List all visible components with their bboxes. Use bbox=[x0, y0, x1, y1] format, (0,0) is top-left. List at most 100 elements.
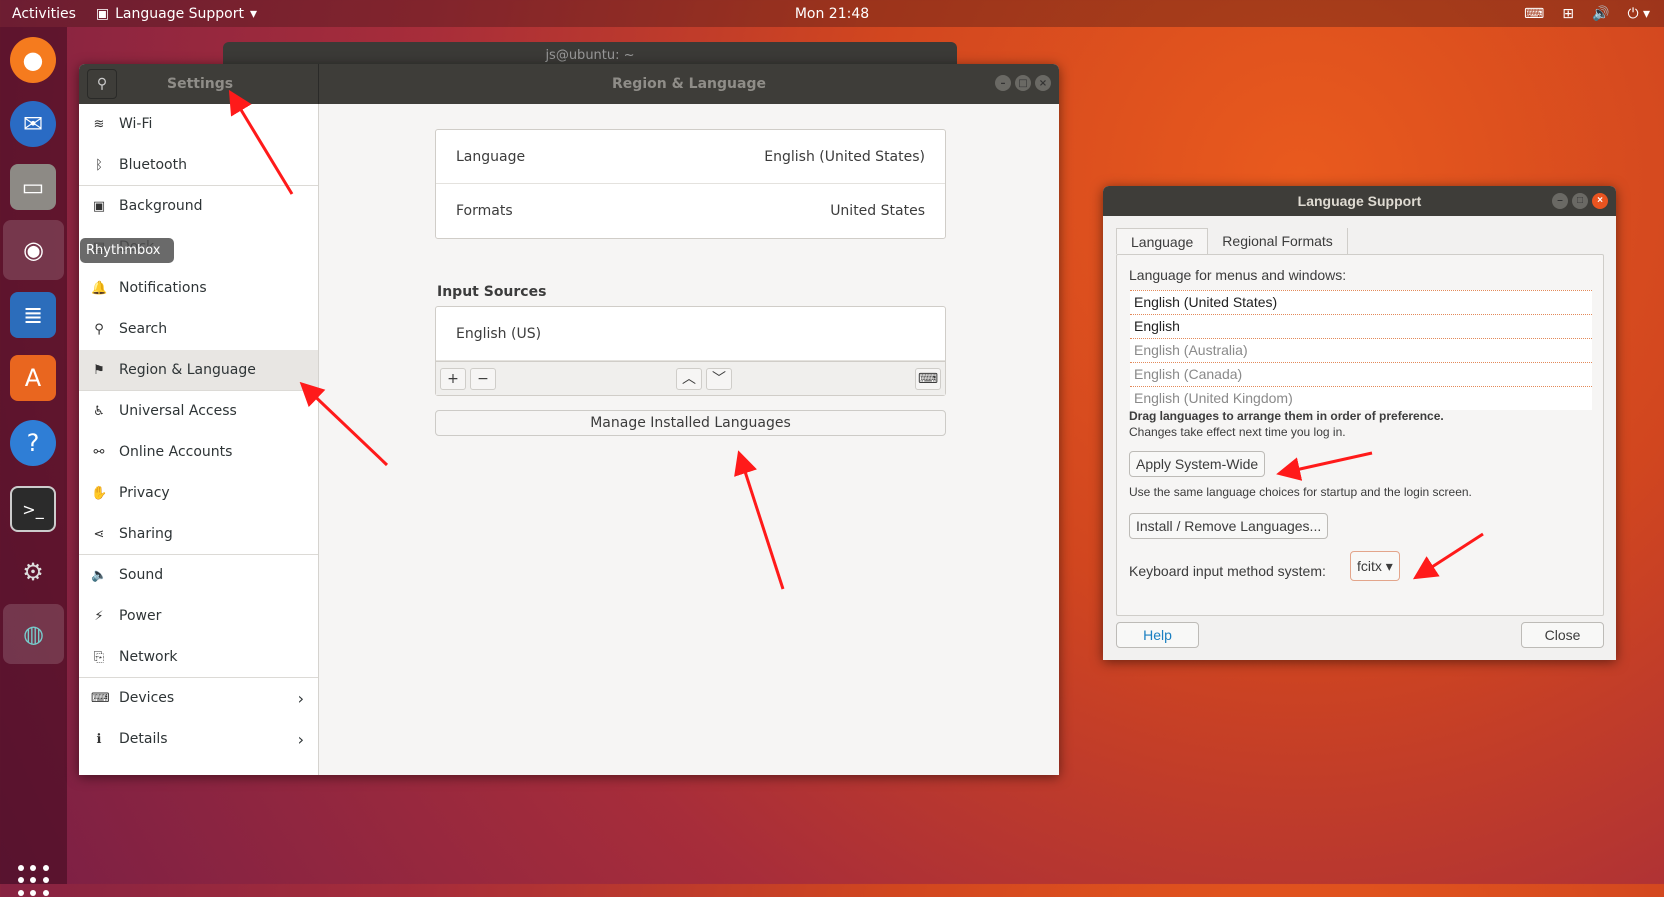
remove-input-source-button[interactable]: − bbox=[470, 368, 496, 390]
formats-row[interactable]: Formats United States bbox=[436, 184, 945, 238]
sidebar-item-power[interactable]: ⚡ Power bbox=[79, 596, 318, 637]
accessibility-icon: ♿ bbox=[93, 403, 105, 419]
window-title: Language Support bbox=[1297, 193, 1422, 209]
sidebar-item-background[interactable]: ▣ Background bbox=[79, 186, 318, 227]
minimize-button[interactable]: – bbox=[995, 75, 1011, 91]
sidebar-item-label: Wi-Fi bbox=[119, 116, 153, 132]
keyboard-layout-button[interactable]: ⌨ bbox=[915, 368, 941, 390]
online-accounts-icon: ⚯ bbox=[93, 444, 105, 460]
sidebar-item-label: Notifications bbox=[119, 280, 207, 296]
top-bar: Activities ▣ Language Support ▾ Mon 21:48 … bbox=[0, 0, 1664, 27]
app-menu-label: Language Support bbox=[115, 5, 244, 22]
language-row[interactable]: Language English (United States) bbox=[436, 130, 945, 184]
terminal-icon[interactable]: >_ bbox=[10, 486, 56, 532]
keyboard-input-method-select[interactable]: fcitx ▾ bbox=[1350, 551, 1400, 581]
sidebar-item-label: Privacy bbox=[119, 485, 170, 501]
formats-label: Formats bbox=[456, 203, 513, 219]
apply-system-wide-button[interactable]: Apply System-Wide bbox=[1129, 451, 1266, 477]
sidebar-item-label: Power bbox=[119, 608, 162, 624]
language-tab-panel: Language for menus and windows: English … bbox=[1116, 254, 1604, 616]
help-icon[interactable]: ? bbox=[10, 420, 56, 466]
language-item[interactable]: English (United States) bbox=[1130, 290, 1592, 314]
sidebar-item-notifications[interactable]: 🔔 Notifications bbox=[79, 268, 318, 309]
language-item[interactable]: English (United Kingdom) bbox=[1130, 386, 1592, 410]
language-list-label: Language for menus and windows: bbox=[1129, 267, 1347, 283]
help-button[interactable]: Help bbox=[1116, 622, 1199, 648]
sidebar-item-sound[interactable]: 🔈 Sound bbox=[79, 555, 318, 596]
maximize-button[interactable]: □ bbox=[1015, 75, 1031, 91]
language-support-window: Language Support – □ × Language Regional F… bbox=[1103, 186, 1616, 660]
sidebar-item-label: Online Accounts bbox=[119, 444, 233, 460]
software-updates-icon[interactable]: ⚙ bbox=[10, 549, 56, 595]
language-item[interactable]: English bbox=[1130, 314, 1592, 338]
move-down-button[interactable]: ﹀ bbox=[706, 368, 732, 390]
activities-button[interactable]: Activities bbox=[12, 6, 76, 22]
manage-installed-languages-button[interactable]: Manage Installed Languages bbox=[435, 410, 946, 436]
language-formats-box: Language English (United States) Formats U… bbox=[435, 129, 946, 239]
bluetooth-icon: ᛒ bbox=[95, 157, 103, 173]
language-support-titlebar: Language Support – □ × bbox=[1103, 186, 1616, 216]
sidebar-item-bluetooth[interactable]: ᛒ Bluetooth bbox=[79, 145, 318, 186]
move-up-button[interactable]: ︿ bbox=[676, 368, 702, 390]
close-window-button[interactable]: × bbox=[1592, 193, 1608, 209]
tab-language[interactable]: Language bbox=[1116, 228, 1209, 254]
keyboard-icon[interactable]: ⌨ bbox=[1524, 6, 1544, 22]
volume-icon[interactable]: 🔊 bbox=[1592, 6, 1609, 22]
caret-down-icon: ▾ bbox=[250, 5, 258, 22]
files-icon[interactable]: ▭ bbox=[10, 164, 56, 210]
clock[interactable]: Mon 21:48 bbox=[795, 6, 869, 22]
sidebar-item-devices[interactable]: ⌨ Devices › bbox=[79, 678, 318, 719]
sidebar-item-label: Bluetooth bbox=[119, 157, 187, 173]
speaker-icon: 🔈 bbox=[91, 567, 108, 583]
sidebar-item-region-language[interactable]: ⚑ Region & Language bbox=[79, 350, 318, 391]
tab-regional-formats[interactable]: Regional Formats bbox=[1208, 228, 1348, 254]
add-input-source-button[interactable]: + bbox=[440, 368, 466, 390]
firefox-icon[interactable]: ● bbox=[10, 37, 56, 83]
formats-value: United States bbox=[830, 203, 925, 219]
devices-icon: ⌨ bbox=[91, 690, 110, 706]
sidebar-item-sharing[interactable]: ⋖ Sharing bbox=[79, 514, 318, 555]
power-icon[interactable]: ⏻ ▾ bbox=[1627, 6, 1650, 22]
rhythmbox-icon[interactable]: ◉ bbox=[3, 220, 64, 280]
sidebar-item-universal-access[interactable]: ♿ Universal Access bbox=[79, 391, 318, 432]
sidebar-item-privacy[interactable]: ✋ Privacy bbox=[79, 473, 318, 514]
network-icon: ⎘ bbox=[93, 649, 105, 665]
sidebar-item-wi-fi[interactable]: ≋ Wi-Fi bbox=[79, 104, 318, 145]
input-method-value: fcitx bbox=[1357, 558, 1382, 574]
language-value: English (United States) bbox=[764, 148, 925, 165]
input-source-row[interactable]: English (US) bbox=[436, 307, 945, 361]
background-icon: ▣ bbox=[92, 198, 106, 214]
network-icon[interactable]: ⊞ bbox=[1562, 6, 1574, 22]
app-menu[interactable]: ▣ Language Support ▾ bbox=[96, 6, 257, 22]
dock: ● ✉ ▭ ◉ ≣ A ? >_ ⚙ ◍ bbox=[0, 27, 67, 896]
thunderbird-icon[interactable]: ✉ bbox=[10, 101, 56, 147]
maximize-button[interactable]: □ bbox=[1572, 193, 1588, 209]
page-title: Region & Language bbox=[612, 76, 766, 92]
sidebar-item-label: Details bbox=[119, 731, 168, 747]
search-button[interactable]: ⚲ bbox=[87, 69, 117, 99]
sidebar-item-details[interactable]: ℹ Details › bbox=[79, 719, 318, 760]
settings-header: ⚲ Settings Region & Language – □ × bbox=[79, 64, 1059, 104]
show-applications-icon[interactable] bbox=[18, 865, 50, 897]
install-remove-languages-button[interactable]: Install / Remove Languages... bbox=[1129, 513, 1329, 539]
region-language-panel: Language English (United States) Formats U… bbox=[319, 104, 1059, 775]
language-item[interactable]: English (Canada) bbox=[1130, 362, 1592, 386]
input-sources-box: English (US) + − ︿ ﹀ ⌨ bbox=[435, 306, 946, 396]
sidebar-item-search[interactable]: ⚲ Search bbox=[79, 309, 318, 350]
writer-icon[interactable]: ≣ bbox=[10, 292, 56, 338]
sidebar-item-network[interactable]: ⎘ Network bbox=[79, 637, 318, 678]
language-item[interactable]: English (Australia) bbox=[1130, 338, 1592, 362]
sidebar-item-label: Region & Language bbox=[119, 362, 256, 378]
sidebar-item-label: Universal Access bbox=[119, 403, 237, 419]
close-dialog-button[interactable]: Close bbox=[1521, 622, 1604, 648]
sidebar-item-online-accounts[interactable]: ⚯ Online Accounts bbox=[79, 432, 318, 473]
close-button[interactable]: × bbox=[1035, 75, 1051, 91]
minimize-button[interactable]: – bbox=[1552, 193, 1568, 209]
system-tray[interactable]: ⌨ ⊞ 🔊 ⏻ ▾ bbox=[1524, 6, 1650, 22]
software-icon[interactable]: A bbox=[10, 355, 56, 401]
language-support-dock-icon[interactable]: ◍ bbox=[3, 604, 64, 664]
search-icon: ⚲ bbox=[94, 321, 104, 337]
chevron-right-icon: › bbox=[297, 688, 304, 708]
dropdown-arrow-icon: ▾ bbox=[1385, 558, 1393, 574]
sidebar-item-label: Network bbox=[119, 649, 178, 665]
